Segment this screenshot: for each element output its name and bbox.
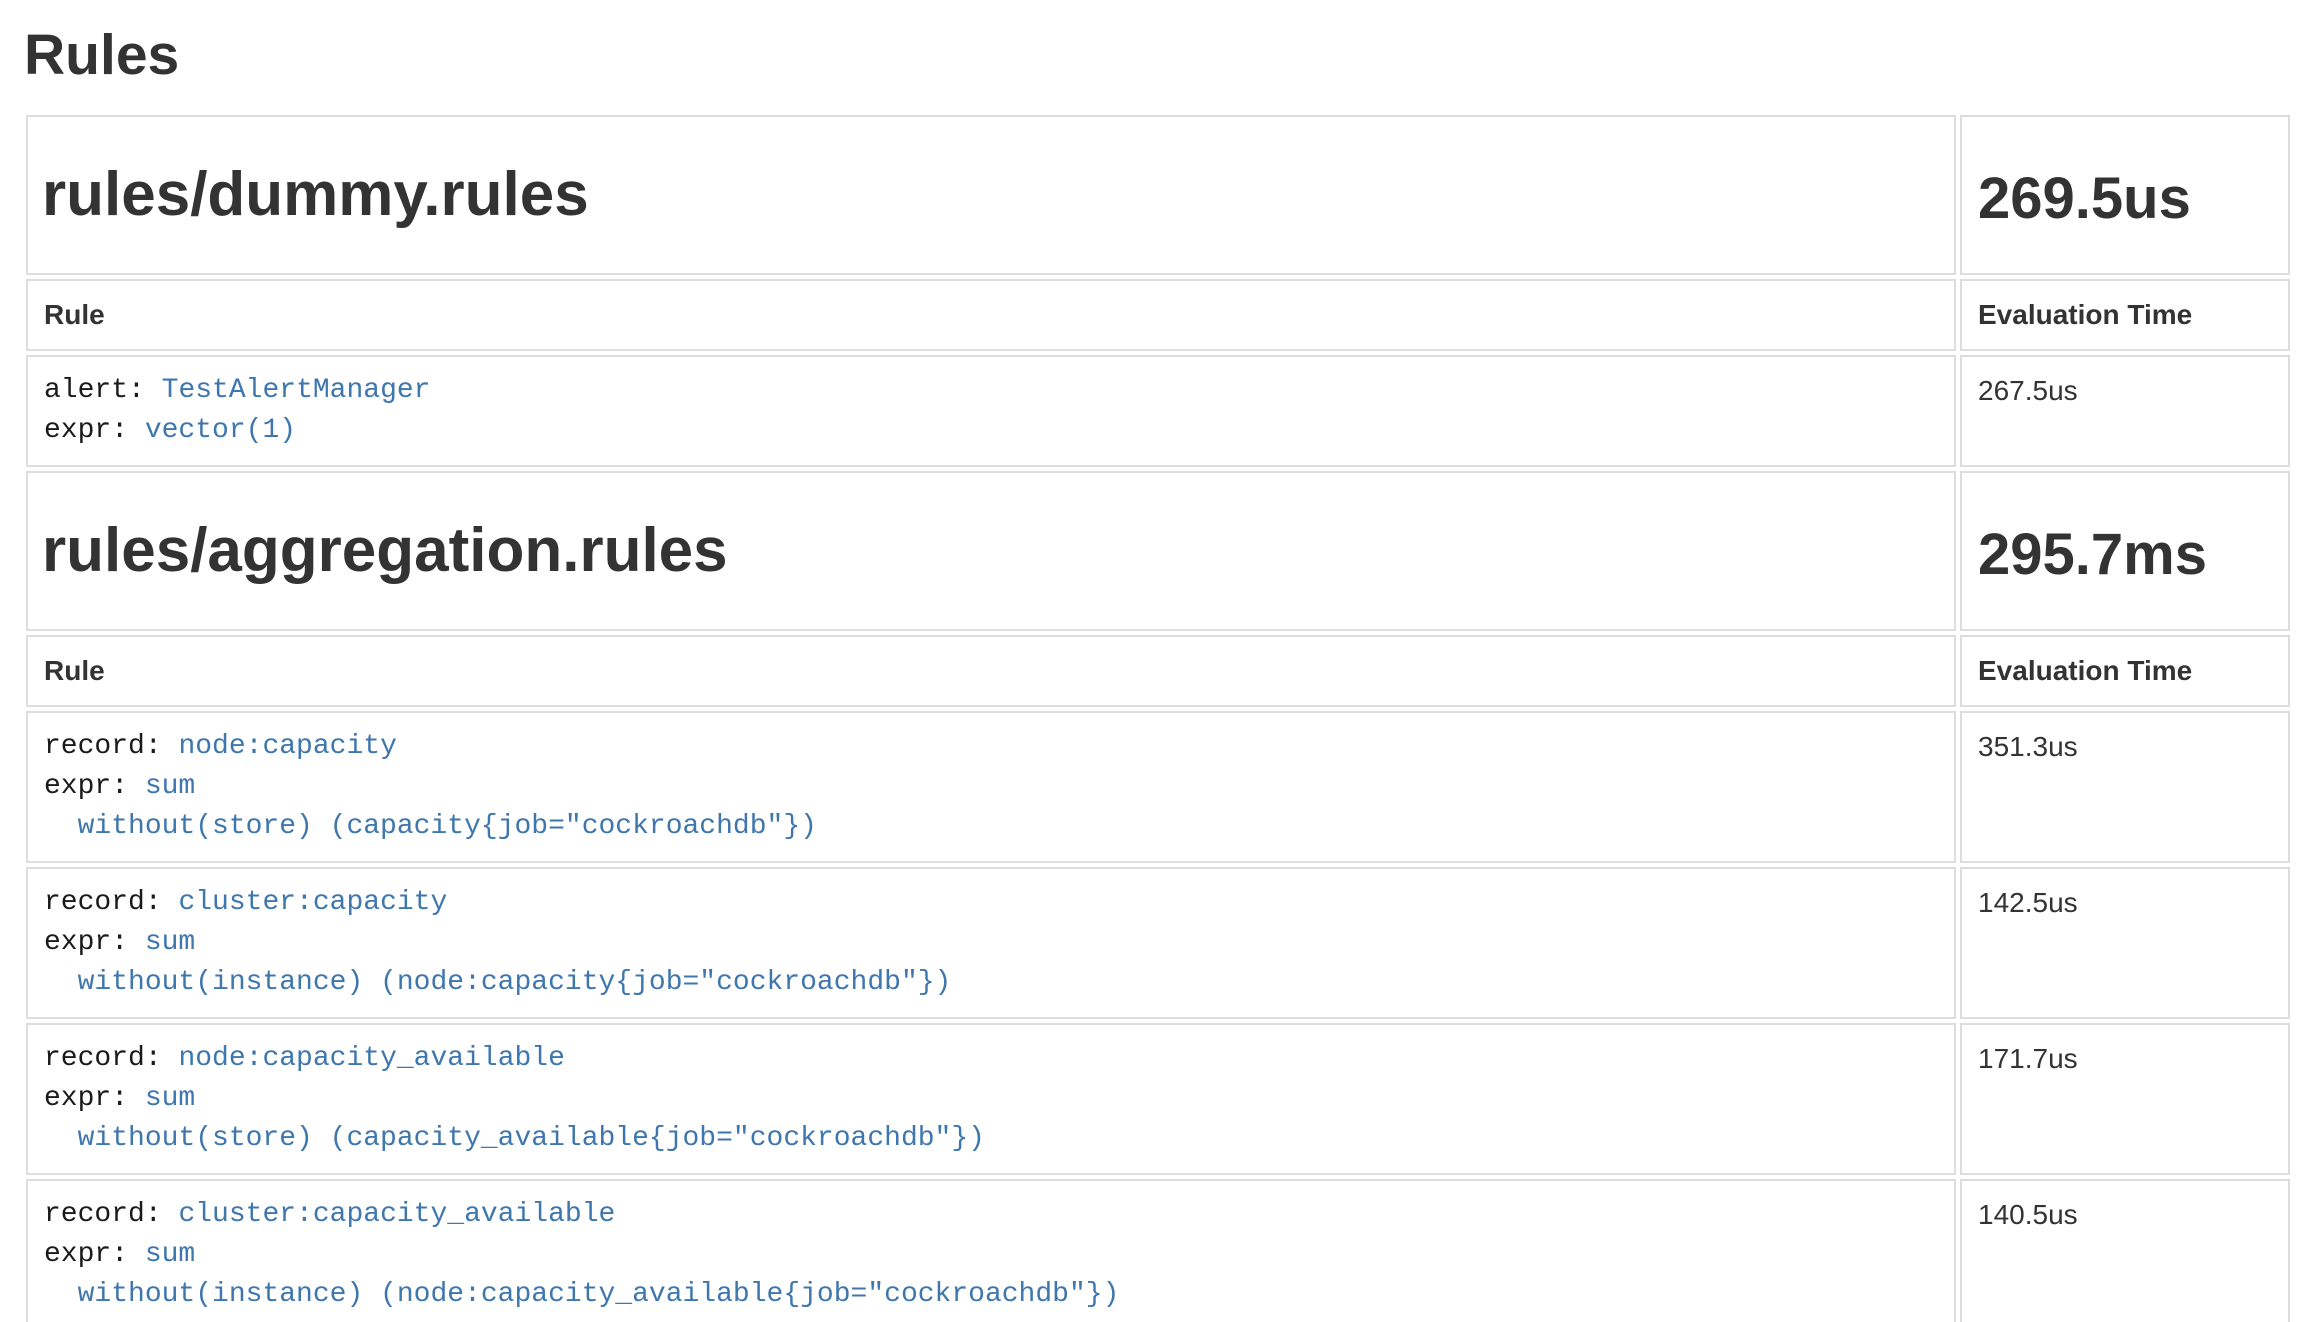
expr-keyword: expr: xyxy=(44,927,128,958)
rule-definition: alert: TestAlertManagerexpr: vector(1) xyxy=(44,371,1938,451)
rule-name: cluster:capacity_available xyxy=(178,1199,615,1230)
column-header-row: Rule Evaluation Time xyxy=(26,279,2290,351)
rule-name: TestAlertManager xyxy=(162,375,431,406)
rule-eval-time: 171.7us xyxy=(1960,1023,2290,1175)
rule-line: expr: sum without(instance) (node:capaci… xyxy=(44,1235,1938,1315)
rule-group-header-row: rules/aggregation.rules 295.7ms xyxy=(26,471,2290,631)
rule-keyword: record: xyxy=(44,887,162,918)
rule-group-file: rules/dummy.rules xyxy=(26,115,1956,275)
rule-line: alert: TestAlertManager xyxy=(44,371,1938,411)
rule-definition: record: node:capacityexpr: sum without(s… xyxy=(44,727,1938,847)
rule-line: record: node:capacity_available xyxy=(44,1039,1938,1079)
rule-name: node:capacity xyxy=(178,731,396,762)
column-header-evaluation-time: Evaluation Time xyxy=(1960,279,2290,351)
rule-row: alert: TestAlertManagerexpr: vector(1) 2… xyxy=(26,355,2290,467)
rule-line: record: cluster:capacity xyxy=(44,883,1938,923)
rule-expression: sum without(instance) (node:capacity_ava… xyxy=(44,1239,1119,1310)
rule-line: expr: sum without(store) (capacity{job="… xyxy=(44,767,1938,847)
rule-group-header-row: rules/dummy.rules 269.5us xyxy=(26,115,2290,275)
page-title: Rules xyxy=(24,24,2294,87)
rule-row: record: cluster:capacityexpr: sum withou… xyxy=(26,867,2290,1019)
rule-expression: sum without(store) (capacity_available{j… xyxy=(44,1083,985,1154)
rule-definition-cell: alert: TestAlertManagerexpr: vector(1) xyxy=(26,355,1956,467)
rule-eval-time: 351.3us xyxy=(1960,711,2290,863)
rule-name: node:capacity_available xyxy=(178,1043,564,1074)
rule-eval-time: 267.5us xyxy=(1960,355,2290,467)
rule-line: expr: sum without(store) (capacity_avail… xyxy=(44,1079,1938,1159)
rule-group-file: rules/aggregation.rules xyxy=(26,471,1956,631)
rule-row: record: node:capacity_availableexpr: sum… xyxy=(26,1023,2290,1175)
rule-row: record: cluster:capacity_availableexpr: … xyxy=(26,1179,2290,1322)
rule-keyword: record: xyxy=(44,1043,162,1074)
rule-line: record: node:capacity xyxy=(44,727,1938,767)
rule-row: record: node:capacityexpr: sum without(s… xyxy=(26,711,2290,863)
rule-name: cluster:capacity xyxy=(178,887,447,918)
column-header-rule: Rule xyxy=(26,635,1956,707)
rule-expression: vector(1) xyxy=(145,415,296,446)
rule-definition-cell: record: cluster:capacityexpr: sum withou… xyxy=(26,867,1956,1019)
rule-line: record: cluster:capacity_available xyxy=(44,1195,1938,1235)
rule-keyword: record: xyxy=(44,1199,162,1230)
rule-definition-cell: record: node:capacityexpr: sum without(s… xyxy=(26,711,1956,863)
rule-definition: record: cluster:capacity_availableexpr: … xyxy=(44,1195,1938,1315)
rule-group-eval-time: 295.7ms xyxy=(1960,471,2290,631)
rule-eval-time: 140.5us xyxy=(1960,1179,2290,1322)
column-header-rule: Rule xyxy=(26,279,1956,351)
expr-keyword: expr: xyxy=(44,415,128,446)
rule-expression: sum without(instance) (node:capacity{job… xyxy=(44,927,951,998)
rule-line: expr: vector(1) xyxy=(44,411,1938,451)
rule-definition-cell: record: cluster:capacity_availableexpr: … xyxy=(26,1179,1956,1322)
rule-eval-time: 142.5us xyxy=(1960,867,2290,1019)
rule-keyword: alert: xyxy=(44,375,145,406)
rule-line: expr: sum without(instance) (node:capaci… xyxy=(44,923,1938,1003)
expr-keyword: expr: xyxy=(44,1083,128,1114)
rule-definition-cell: record: node:capacity_availableexpr: sum… xyxy=(26,1023,1956,1175)
rule-definition: record: node:capacity_availableexpr: sum… xyxy=(44,1039,1938,1159)
rules-table: rules/dummy.rules 269.5us Rule Evaluatio… xyxy=(22,111,2294,1322)
expr-keyword: expr: xyxy=(44,1239,128,1270)
column-header-row: Rule Evaluation Time xyxy=(26,635,2290,707)
rule-keyword: record: xyxy=(44,731,162,762)
column-header-evaluation-time: Evaluation Time xyxy=(1960,635,2290,707)
rule-expression: sum without(store) (capacity{job="cockro… xyxy=(44,771,817,842)
expr-keyword: expr: xyxy=(44,771,128,802)
rule-group-eval-time: 269.5us xyxy=(1960,115,2290,275)
rule-definition: record: cluster:capacityexpr: sum withou… xyxy=(44,883,1938,1003)
